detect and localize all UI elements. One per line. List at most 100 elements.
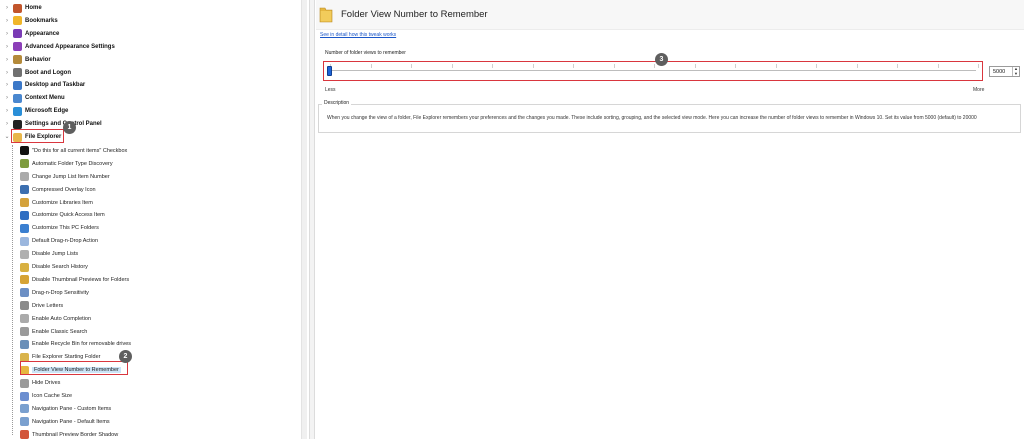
boot-icon [13, 68, 22, 77]
chevron-right-icon[interactable]: › [4, 44, 10, 50]
tree-item[interactable]: › Appearance [4, 28, 59, 40]
detail-link[interactable]: See in detail how this tweak works [320, 32, 396, 38]
tree-subitem[interactable]: Drive Letters [20, 300, 63, 312]
pane-splitter[interactable] [309, 0, 315, 439]
tree-item-label: Appearance [25, 30, 60, 37]
tree-item-label: Bookmarks [25, 17, 58, 24]
slider-tick [492, 64, 493, 68]
home-icon [13, 3, 22, 13]
tree-subitem-label: Thumbnail Preview Border Shadow [32, 431, 119, 438]
tree-item[interactable]: › Behavior [4, 54, 51, 66]
folder-icon [319, 7, 333, 23]
slider-tick [694, 64, 696, 68]
slider-tick [735, 64, 736, 68]
slider-tick [613, 64, 615, 68]
value-input[interactable]: 5000 [990, 69, 1012, 75]
tree-subitem[interactable]: "Do this for all current items" Checkbox [20, 145, 127, 157]
slider-tick [451, 64, 453, 68]
tree-subitem[interactable]: Default Drag-n-Drop Action [20, 235, 98, 247]
tree-item[interactable]: › Desktop and Taskbar [4, 79, 85, 91]
nav-pane-custom-icon [20, 404, 29, 414]
tree-item[interactable]: › Advanced Appearance Settings [4, 41, 115, 53]
tree-subitem-label: Disable Search History [32, 264, 88, 270]
chevron-right-icon[interactable]: › [4, 82, 10, 88]
tree-scrollbar[interactable] [301, 0, 307, 439]
tree-subitem[interactable]: Enable Classic Search [20, 326, 87, 338]
slider-max-label: More [973, 87, 985, 93]
tree-subitem[interactable]: Automatic Folder Type Discovery [20, 158, 113, 170]
step-badge-2: 2 [119, 350, 132, 363]
libraries-icon [20, 198, 29, 207]
description-legend: Description [322, 100, 352, 106]
tree-subitem[interactable]: Customize Quick Access Item [20, 209, 105, 221]
tree-item[interactable]: › Microsoft Edge [4, 105, 68, 117]
tree-subitem-label: Enable Classic Search [32, 328, 88, 335]
folder-views-slider[interactable] [323, 61, 983, 81]
drag-drop-icon [20, 236, 29, 246]
icon-cache-icon [20, 391, 29, 401]
star-icon [13, 16, 22, 26]
tree-subitem-label: Change Jump List Item Number [32, 173, 110, 180]
tree-item-label: Context Menu [25, 95, 65, 102]
tree-subitem-label: Navigation Pane - Custom Items [32, 405, 112, 412]
auto-complete-icon [20, 314, 29, 324]
tree-item-label: Advanced Appearance Settings [25, 43, 115, 50]
stepper-down-icon[interactable]: ▼ [1013, 71, 1019, 77]
chevron-right-icon[interactable]: › [4, 95, 10, 101]
chevron-down-icon[interactable]: ⌄ [4, 134, 10, 140]
tree-subitem[interactable]: Hide Drives [20, 377, 60, 389]
tree-subitem[interactable]: Drag-n-Drop Sensitivity [20, 287, 89, 299]
palette-icon [13, 29, 22, 39]
jump-list-disable-icon [20, 249, 29, 259]
tree-subitem-label: Customize Libraries Item [32, 199, 93, 206]
behavior-icon [13, 55, 22, 65]
tree-subitem[interactable]: Navigation Pane - Custom Items [20, 403, 111, 415]
tree-subitem-label: Customize This PC Folders [32, 225, 99, 232]
tree-subitem-label: Drive Letters [32, 302, 64, 309]
tree-subitem[interactable]: Enable Recycle Bin for removable drives [20, 338, 131, 350]
tree-subitem[interactable]: Enable Auto Completion [20, 313, 91, 325]
chevron-right-icon[interactable]: › [4, 31, 10, 37]
tree-subitem[interactable]: Compressed Overlay Icon [20, 184, 96, 196]
this-pc-icon [20, 223, 29, 233]
slider-track[interactable] [330, 70, 976, 71]
chevron-right-icon[interactable]: › [4, 108, 10, 114]
tree-subitem[interactable]: Customize Libraries Item [20, 197, 93, 209]
tree-subitem-label: File Explorer Starting Folder [32, 354, 101, 361]
tree-subitem-label: Drag-n-Drop Sensitivity [32, 289, 89, 296]
tree-subitem[interactable]: Icon Cache Size [20, 390, 72, 402]
slider-thumb[interactable] [327, 66, 332, 76]
checkbox-icon [20, 146, 29, 156]
tree-subitem[interactable]: Disable Jump Lists [20, 248, 78, 260]
description-text: When you change the view of a folder, Fi… [327, 115, 977, 121]
search-history-icon [20, 262, 29, 272]
thumbnail-icon [20, 275, 29, 285]
chevron-right-icon[interactable]: › [4, 5, 10, 11]
appearance-settings-icon [13, 42, 22, 52]
tree-subitem-label: Disable Jump Lists [32, 251, 79, 258]
tree-item[interactable]: › Context Menu [4, 92, 65, 104]
chevron-right-icon[interactable]: › [4, 57, 10, 63]
tree-item[interactable]: › Bookmarks [4, 15, 58, 27]
chevron-right-icon[interactable]: › [4, 121, 10, 127]
value-stepper[interactable]: 5000 ▲ ▼ [989, 66, 1020, 77]
tree-subitem[interactable]: Disable Thumbnail Previews for Folders [20, 274, 129, 286]
stepper-arrows[interactable]: ▲ ▼ [1012, 66, 1019, 77]
tree-subitem-label: Default Drag-n-Drop Action [32, 238, 99, 245]
tree-subitem[interactable]: Thumbnail Preview Border Shadow [20, 429, 118, 439]
chevron-right-icon[interactable]: › [4, 70, 10, 76]
chevron-right-icon[interactable]: › [4, 18, 10, 24]
tree-subitem-label: Customize Quick Access Item [32, 212, 105, 219]
tree-subitem[interactable]: Navigation Pane - Default Items [20, 416, 110, 428]
tree-item-label: Microsoft Edge [25, 108, 69, 115]
tree-item[interactable]: › Home [4, 2, 42, 14]
tree-subitem-label: Compressed Overlay Icon [32, 186, 96, 193]
tree-item-label: Desktop and Taskbar [25, 82, 86, 89]
slider-tick [978, 64, 979, 68]
tree-subitem[interactable]: Change Jump List Item Number [20, 171, 110, 183]
tree-subitem[interactable]: Disable Search History [20, 261, 88, 273]
slider-tick [411, 64, 412, 68]
tree-subitem[interactable]: Customize This PC Folders [20, 222, 99, 234]
tree-item[interactable]: › Boot and Logon [4, 67, 71, 79]
highlight-file-explorer [11, 129, 64, 143]
